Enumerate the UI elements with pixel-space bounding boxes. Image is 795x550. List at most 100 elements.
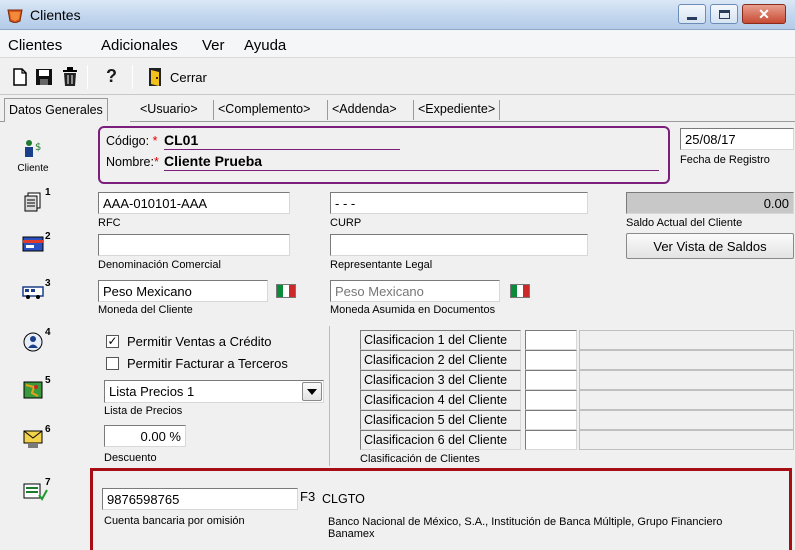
permitir-credito-label: Permitir Ventas a Crédito [127,334,272,349]
clasificacion-label: Clasificacion 4 del Cliente [360,390,522,410]
sidebar-item-2[interactable]: 2 [22,231,51,256]
clasificacion-value-field[interactable] [525,370,578,390]
clasificacion-description [579,410,794,430]
close-button[interactable]: Cerrar [148,66,207,88]
denominacion-comercial-field[interactable] [98,234,290,256]
tab-addenda[interactable]: <Addenda> [327,100,401,120]
sidebar-item-4[interactable]: 4 [22,327,51,356]
sidebar-item-6[interactable]: 6 [22,424,51,453]
lista-precios-select[interactable]: Lista Precios 1 [104,380,324,403]
moneda-cliente-field[interactable]: Peso Mexicano [98,280,268,302]
minimize-button[interactable] [678,4,706,24]
lista-precios-value: Lista Precios 1 [109,384,195,399]
cuenta-bancaria-label: Cuenta bancaria por omisión [104,515,245,527]
clasificacion-label: Clasificacion 1 del Cliente [360,330,522,350]
sidebar-item-7[interactable]: 7 [22,477,51,506]
tab-usuario[interactable]: <Usuario> [136,100,202,120]
nombre-field[interactable]: Cliente Prueba [164,153,659,171]
checkbox-checked-icon: ✓ [106,334,119,348]
menu-clientes[interactable]: Clientes [8,37,62,54]
lista-precios-dropdown-button[interactable] [302,382,322,401]
tab-expediente[interactable]: <Expediente> [413,100,501,120]
clasificacion-row: Clasificacion 6 del Cliente [360,430,794,450]
nombre-label-group: Nombre:* [106,155,159,169]
menu-adicionales[interactable]: Adicionales [101,37,178,54]
clasificacion-label: Clasificacion 5 del Cliente [360,410,522,430]
menu-ver[interactable]: Ver [202,37,225,54]
rfc-label: RFC [98,217,121,229]
denominacion-comercial-label: Denominación Comercial [98,259,221,271]
documents-icon [24,192,41,212]
nombre-label: Nombre: [106,155,154,169]
svg-text:$: $ [35,142,41,153]
tab-datos-generales[interactable]: Datos Generales [4,98,108,122]
cliente-label: Cliente [17,163,49,174]
clasificacion-label: Clasificacion 3 del Cliente [360,370,522,390]
rfc-field[interactable]: AAA-010101-AAA [98,192,290,214]
fecha-registro-field[interactable]: 25/08/17 [680,128,794,150]
minimize-icon [687,16,697,20]
descuento-field[interactable]: 0.00 % [104,425,186,447]
permitir-credito-checkbox[interactable]: ✓ Permitir Ventas a Crédito [106,334,272,349]
clasificacion-row: Clasificacion 2 del Cliente [360,350,794,370]
help-icon[interactable]: ? [106,66,117,87]
toolbar-separator [132,65,133,89]
sidebar-cliente[interactable]: $ Cliente [8,138,58,174]
map-icon [23,381,43,399]
sidebar-number: 1 [45,187,51,198]
menu-ayuda[interactable]: Ayuda [244,37,286,54]
permitir-terceros-checkbox[interactable]: Permitir Facturar a Terceros [106,356,288,371]
sidebar-number: 5 [45,375,51,386]
ver-vista-saldos-button[interactable]: Ver Vista de Saldos [626,233,794,259]
sidebar-item-1[interactable]: 1 [22,187,51,216]
trash-icon[interactable] [61,66,79,87]
codigo-field[interactable]: CL01 [164,132,400,150]
clasificacion-row: Clasificacion 3 del Cliente [360,370,794,390]
cliente-icon: $ [25,140,41,157]
required-mark: * [152,134,158,148]
clasificacion-row: Clasificacion 5 del Cliente [360,410,794,430]
f3-lookup-key[interactable]: F3 [300,489,315,504]
truck-icon [22,286,44,299]
cuenta-bancaria-field[interactable]: 9876598765 [102,488,298,510]
new-document-icon[interactable] [12,68,28,86]
toolbar: ? Cerrar [0,59,795,95]
fecha-registro-label: Fecha de Registro [680,154,770,166]
exit-door-icon [149,68,161,86]
moneda-cliente-label: Moneda del Cliente [98,304,193,316]
clasificacion-value-field[interactable] [525,430,578,450]
representante-legal-label: Representante Legal [330,259,433,271]
curp-label: CURP [330,217,362,229]
sidebar-number: 4 [45,327,51,338]
codigo-label-group: Código: * [106,134,157,148]
banco-name: Banco Nacional de México, S.A., Instituc… [328,516,723,540]
clasificacion-value-field[interactable] [525,330,578,350]
curp-field[interactable]: - - - [330,192,588,214]
representante-legal-field[interactable] [330,234,588,256]
sidebar-number: 2 [45,231,51,242]
contact-person-icon [23,332,43,352]
clasificacion-value-field[interactable] [525,390,578,410]
app-icon [7,9,23,23]
clasificacion-clientes-label: Clasificación de Clientes [360,453,480,465]
clasificacion-label: Clasificacion 2 del Cliente [360,350,522,370]
moneda-asumida-field: Peso Mexicano [330,280,500,302]
chevron-down-icon [307,388,317,395]
clasificacion-value-field[interactable] [525,410,578,430]
close-window-button[interactable]: ✕ [742,4,786,24]
required-mark: * [153,155,159,169]
sidebar-number: 7 [45,477,51,488]
sidebar-item-3[interactable]: 3 [22,278,51,303]
sidebar-item-5[interactable]: 5 [22,375,51,404]
codigo-label: Código: [106,134,150,148]
close-label: Cerrar [170,69,207,85]
credit-card-icon [22,236,44,252]
clasificacion-value-field[interactable] [525,350,578,370]
moneda-asumida-label: Moneda Asumida en Documentos [330,304,496,316]
clasificacion-description [579,350,794,370]
title-bar[interactable]: Clientes ✕ [0,0,795,30]
tab-complemento[interactable]: <Complemento> [213,100,314,120]
save-icon[interactable] [35,68,53,86]
clasificacion-description [579,430,794,450]
maximize-button[interactable] [710,4,738,24]
